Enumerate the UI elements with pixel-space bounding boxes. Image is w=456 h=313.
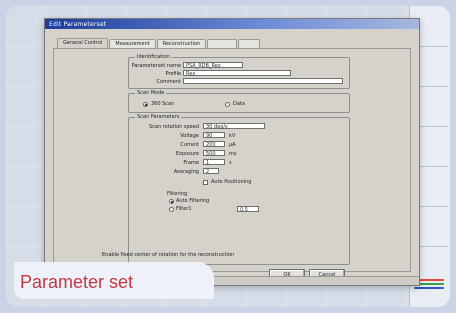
rotation-speed-label: Scan rotation speed [148,124,199,130]
frame-input[interactable]: 1 [203,159,225,166]
tab-4[interactable] [207,39,238,48]
fixed-center-label: Enable fixed center of rotation for the … [102,252,235,258]
parameterset-name-input[interactable]: PSA_RDB_Rex [183,62,243,69]
radio-360-scan-label: 360 Scan [151,101,175,107]
screenshot-frame: Edit Parameterset General Control Measur… [6,6,450,307]
caption-box: Parameter set [14,263,214,299]
profile-input[interactable]: Rex [183,70,291,77]
scan-parameters-group: Scan Parameters Scan rotation speed 30 d… [128,114,350,265]
tab-panel: Identification Parameterset name PSA_RDB… [53,48,411,284]
exposure-label: Exposure [175,151,199,157]
auto-positioning-label: Auto Positioning [211,179,252,185]
averaging-input[interactable]: 2 [203,168,219,175]
current-label: Current [180,142,199,148]
current-unit: µA [229,142,236,148]
radio-filter1-label: Filter1 [176,206,192,212]
dialog-title: Edit Parameterset [49,20,107,28]
radio-auto-filtering-label: Auto Filtering [176,198,210,204]
filter-value-input[interactable]: 0.5 [237,206,259,213]
tab-measurement[interactable]: Measurement [109,39,156,48]
parameterset-name-label: Parameterset name [131,63,181,69]
exposure-unit: ms [229,151,237,157]
exposure-input[interactable]: 500 [203,150,225,157]
comment-input[interactable] [183,78,343,84]
voltage-unit: kV [229,133,236,139]
comment-label: Comment [156,79,182,85]
radio-filter1[interactable] [169,207,174,212]
auto-positioning-checkbox[interactable] [203,180,208,185]
filtering-title: Filtering [167,191,188,197]
profile-label: Profile [165,71,181,77]
radio-data-label: Data [233,101,245,107]
scan-mode-group: Scan Mode 360 Scan Data [128,90,350,113]
tab-reconstruction[interactable]: Reconstruction [156,39,207,48]
tab-5[interactable] [238,39,261,48]
dialog-titlebar[interactable]: Edit Parameterset [45,19,419,29]
frame-label: Frame [183,160,199,166]
radio-auto-filtering[interactable] [169,199,174,204]
frame-unit: s [229,160,232,166]
identification-title: Identification [135,54,172,60]
radio-360-scan[interactable] [143,102,148,107]
voltage-label: Voltage [180,133,199,139]
averaging-label: Averaging [173,169,199,175]
identification-group: Identification Parameterset name PSA_RDB… [128,54,350,89]
rotation-speed-input[interactable]: 30 deg/s [203,123,265,130]
tab-general-control[interactable]: General Control [57,38,109,48]
voltage-input[interactable]: 90 [203,132,225,139]
current-input[interactable]: 200 [203,141,225,148]
scan-parameters-title: Scan Parameters [135,114,182,120]
parameter-dialog: Edit Parameterset General Control Measur… [44,18,420,286]
radio-data[interactable] [225,102,230,107]
scan-mode-title: Scan Mode [135,90,167,96]
caption-text: Parameter set [20,272,134,292]
